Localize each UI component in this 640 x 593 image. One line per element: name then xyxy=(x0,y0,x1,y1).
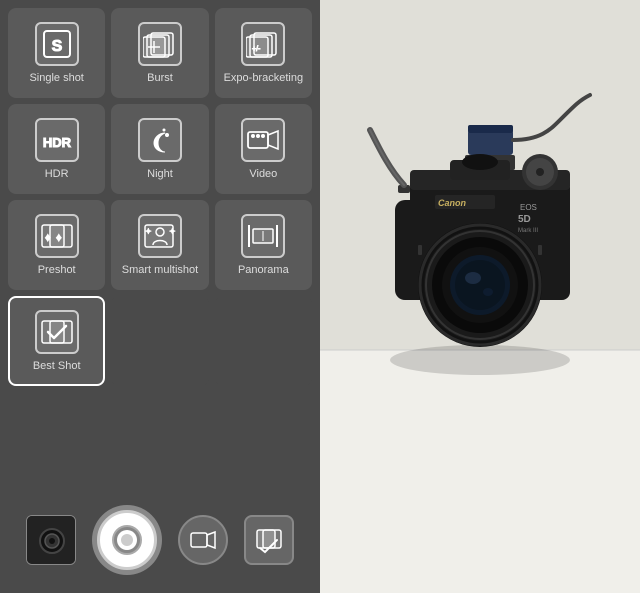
mode-label-hdr: HDR xyxy=(45,168,69,181)
camera-bottom-bar xyxy=(8,495,312,585)
svg-text:5D: 5D xyxy=(518,214,531,225)
mode-label-single-shot: Single shot xyxy=(29,72,83,85)
mode-label-night: Night xyxy=(147,168,173,181)
camera-photo: Canon EOS 5D Mark III xyxy=(320,0,640,593)
mode-label-burst: Burst xyxy=(147,72,173,85)
preshot-icon: ♦ ♦ xyxy=(35,214,79,258)
svg-text:S: S xyxy=(51,38,62,55)
video-icon xyxy=(241,118,285,162)
mode-single-shot[interactable]: S Single shot xyxy=(8,8,105,98)
mode-label-preshot: Preshot xyxy=(38,264,76,277)
svg-text:♦: ♦ xyxy=(56,232,62,244)
mode-empty-1 xyxy=(111,296,208,386)
night-icon xyxy=(138,118,182,162)
mode-grid: S Single shot Burst xyxy=(8,8,312,386)
gallery-button[interactable] xyxy=(244,515,294,565)
video-mode-button[interactable] xyxy=(178,515,228,565)
single-shot-icon: S xyxy=(35,22,79,66)
mode-label-panorama: Panorama xyxy=(238,264,289,277)
mode-panorama[interactable]: Panorama xyxy=(215,200,312,290)
mode-expo-bracketing[interactable]: +/- Expo-bracketing xyxy=(215,8,312,98)
mode-night[interactable]: Night xyxy=(111,104,208,194)
best-shot-icon xyxy=(35,310,79,354)
mode-label-expo: Expo-bracketing xyxy=(224,72,304,85)
camera-preview-panel: Canon EOS 5D Mark III xyxy=(320,0,640,593)
mode-label-best-shot: Best Shot xyxy=(33,360,81,373)
svg-text:♦: ♦ xyxy=(45,232,51,244)
panorama-icon xyxy=(241,214,285,258)
capture-button-wrap[interactable] xyxy=(92,505,162,575)
mode-empty-2 xyxy=(215,296,312,386)
hdr-icon: HDR xyxy=(35,118,79,162)
svg-text:Mark III: Mark III xyxy=(518,228,538,234)
thumbnail-preview xyxy=(27,516,75,564)
smart-multishot-icon: ✦ ✦ xyxy=(138,214,182,258)
mode-smart-multishot[interactable]: ✦ ✦ Smart multishot xyxy=(111,200,208,290)
camera-thumbnail[interactable] xyxy=(26,515,76,565)
burst-icon xyxy=(138,22,182,66)
mode-label-smart-multishot: Smart multishot xyxy=(122,264,198,277)
video-mode-icon xyxy=(189,526,217,554)
capture-button[interactable] xyxy=(97,510,157,570)
svg-text:+/-: +/- xyxy=(252,46,261,53)
svg-text:✦: ✦ xyxy=(169,227,176,236)
mode-label-video: Video xyxy=(249,168,277,181)
camera-scene-svg: Canon EOS 5D Mark III xyxy=(320,0,640,593)
mode-best-shot[interactable]: Best Shot xyxy=(8,296,105,386)
mode-preshot[interactable]: ♦ ♦ Preshot xyxy=(8,200,105,290)
svg-text:✦: ✦ xyxy=(145,227,152,236)
mode-video[interactable]: Video xyxy=(215,104,312,194)
expo-bracketing-icon: +/- xyxy=(241,22,285,66)
camera-shutter-icon xyxy=(109,522,145,558)
svg-text:HDR: HDR xyxy=(43,135,72,150)
gallery-icon xyxy=(255,526,283,554)
svg-text:EOS: EOS xyxy=(520,203,537,212)
mode-burst[interactable]: Burst xyxy=(111,8,208,98)
camera-mode-panel: S Single shot Burst xyxy=(0,0,320,593)
mode-hdr[interactable]: HDR HDR xyxy=(8,104,105,194)
svg-text:Canon: Canon xyxy=(438,198,467,208)
